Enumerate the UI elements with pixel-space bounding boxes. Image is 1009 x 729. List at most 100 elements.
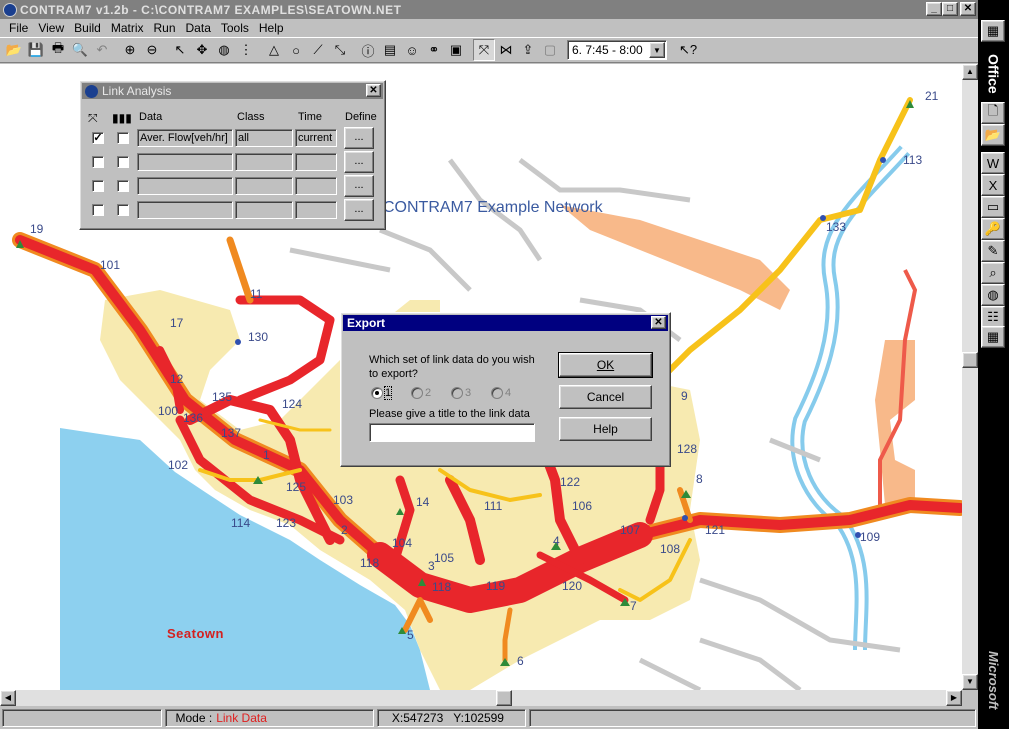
scroll-up-icon[interactable]: ▲ (962, 64, 978, 80)
undo-icon[interactable]: ↶ (91, 39, 113, 61)
close-button[interactable]: ✕ (960, 2, 976, 16)
scroll-right-icon[interactable]: ▶ (946, 690, 962, 706)
person-icon[interactable]: ☺ (401, 39, 423, 61)
class-cell[interactable] (235, 153, 293, 171)
option-3-radio[interactable]: 3 (451, 387, 471, 399)
menu-tools[interactable]: Tools (216, 21, 254, 35)
time-cell[interactable]: current (295, 129, 337, 147)
open-document-icon[interactable]: 📂 (981, 124, 1005, 146)
vertical-scroll-thumb[interactable] (962, 352, 978, 368)
circle-node-icon[interactable]: ○ (285, 39, 307, 61)
maximize-button[interactable]: □ (942, 2, 958, 16)
scroll-down-icon[interactable]: ▼ (962, 674, 978, 690)
context-help-icon[interactable]: ↖? (677, 39, 699, 61)
zoom-in-icon[interactable]: ⊕ (119, 39, 141, 61)
minimize-button[interactable]: _ (926, 2, 942, 16)
globe-icon[interactable]: ◍ (213, 39, 235, 61)
blank-icon[interactable]: ▢ (539, 39, 561, 61)
select-arrow-icon[interactable]: ↖ (169, 39, 191, 61)
chart-checkbox[interactable] (117, 156, 129, 168)
new-document-icon[interactable]: 🗋 (981, 102, 1005, 124)
menu-help[interactable]: Help (254, 21, 289, 35)
menu-file[interactable]: File (4, 21, 33, 35)
calculator-icon[interactable]: ▦ (981, 326, 1005, 348)
contacts-icon[interactable]: ☷ (981, 306, 1005, 328)
word-icon[interactable]: W (981, 152, 1005, 174)
binder-icon[interactable]: ✎ (981, 240, 1005, 262)
export-titlebar[interactable]: Export ✕ (343, 315, 668, 331)
vertical-scrollbar[interactable]: ▲ ▼ (962, 64, 978, 690)
node-label: 135 (212, 390, 233, 404)
zoom-out-icon[interactable]: ⊖ (141, 39, 163, 61)
scroll-left-icon[interactable]: ◀ (0, 690, 16, 706)
data-cell[interactable] (137, 153, 233, 171)
horizontal-scrollbar[interactable]: ◀ ▶ (0, 690, 962, 706)
close-icon[interactable]: ✕ (366, 84, 381, 97)
time-period-select[interactable]: 6. 7:45 - 8:00 ▼ (567, 40, 667, 60)
office-menu-icon[interactable]: ▦ (981, 20, 1005, 42)
grid-select-icon[interactable]: ⋮ (235, 39, 257, 61)
title-input[interactable] (369, 423, 535, 442)
triangle-node-icon[interactable]: △ (263, 39, 285, 61)
print-icon[interactable]: 🖶 (47, 39, 69, 61)
select-checkbox[interactable] (92, 156, 104, 168)
ok-button[interactable]: OK (558, 352, 653, 378)
define-button[interactable]: ... (344, 127, 374, 149)
help-button[interactable]: Help (559, 417, 652, 441)
option-2-radio[interactable]: 2 (411, 387, 431, 399)
open-folder-icon[interactable]: 📂 (3, 39, 25, 61)
node-label: 124 (282, 397, 303, 411)
chart-checkbox[interactable] (117, 132, 129, 144)
save-icon[interactable]: 💾 (25, 39, 47, 61)
data-cell[interactable]: Aver. Flow[veh/hr] (137, 129, 233, 147)
map-view[interactable]: 21 113 133 19 101 11 17 130 12 135 124 100 136 137 9 12… (0, 64, 962, 690)
access-icon[interactable]: 🔑 (981, 218, 1005, 240)
route-icon[interactable]: ⇪ (517, 39, 539, 61)
chevron-down-icon[interactable]: ▼ (649, 42, 665, 58)
option-1-radio[interactable]: 1 (371, 386, 393, 400)
link-icon[interactable]: ⟋ (307, 39, 329, 61)
menu-view[interactable]: View (33, 21, 69, 35)
define-button[interactable]: ... (344, 199, 374, 221)
link-analysis-titlebar[interactable]: Link Analysis ✕ (82, 83, 383, 99)
find-icon[interactable]: ⌕ (981, 262, 1005, 284)
pan-icon[interactable]: ✥ (191, 39, 213, 61)
export-dialog[interactable]: Export ✕ Which set of link data do you w… (340, 312, 671, 467)
menu-build[interactable]: Build (69, 21, 106, 35)
class-cell[interactable] (235, 201, 293, 219)
link-analysis-panel[interactable]: Link Analysis ✕ ⤧ ▮▮▮ Data Class Time De… (79, 80, 386, 230)
select-checkbox[interactable]: ✓ (92, 132, 104, 144)
document-icon[interactable]: ▤ (379, 39, 401, 61)
title-bar[interactable]: CONTRAM7 v1.2b - C:\CONTRAM7 EXAMPLES\SE… (0, 0, 978, 19)
horizontal-scroll-thumb[interactable] (496, 690, 512, 706)
excel-icon[interactable]: X (981, 174, 1005, 196)
time-cell[interactable] (295, 153, 337, 171)
define-button[interactable]: ... (344, 175, 374, 197)
time-cell[interactable] (295, 177, 337, 195)
powerpoint-icon[interactable]: ▭ (981, 196, 1005, 218)
internet-icon[interactable]: ◍ (981, 284, 1005, 306)
menu-matrix[interactable]: Matrix (106, 21, 149, 35)
select-checkbox[interactable] (92, 204, 104, 216)
class-cell[interactable] (235, 177, 293, 195)
select-checkbox[interactable] (92, 180, 104, 192)
data-cell[interactable] (137, 177, 233, 195)
close-icon[interactable]: ✕ (651, 316, 666, 329)
cancel-button[interactable]: Cancel (559, 385, 652, 409)
data-cell[interactable] (137, 201, 233, 219)
menu-run[interactable]: Run (149, 21, 181, 35)
define-button[interactable]: ... (344, 151, 374, 173)
chart-checkbox[interactable] (117, 180, 129, 192)
info-icon[interactable]: ⓘ (357, 39, 379, 61)
monitor-icon[interactable]: ▣ (445, 39, 467, 61)
option-4-radio[interactable]: 4 (491, 387, 511, 399)
junction-icon[interactable]: ⋈ (495, 39, 517, 61)
time-cell[interactable] (295, 201, 337, 219)
link-edit-icon[interactable]: ⤡ (329, 39, 351, 61)
class-cell[interactable]: all (235, 129, 293, 147)
menu-data[interactable]: Data (181, 21, 216, 35)
print-preview-icon[interactable]: 🔍 (69, 39, 91, 61)
chart-checkbox[interactable] (117, 204, 129, 216)
binoculars-icon[interactable]: ⚭ (423, 39, 445, 61)
link-data-icon[interactable]: ⤧ (473, 39, 495, 61)
